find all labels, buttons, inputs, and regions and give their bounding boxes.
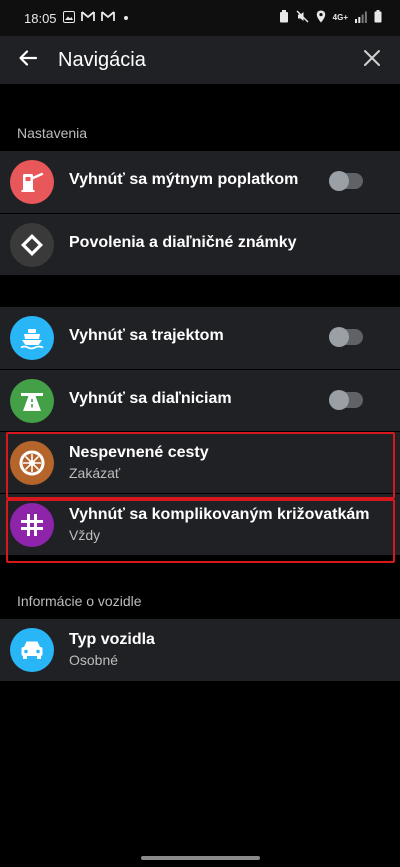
unpaved-roads-label: Nespevnené cesty — [69, 444, 209, 461]
row-permits-vignettes[interactable]: Povolenia a diaľničné známky — [0, 213, 400, 275]
more-notifications-dot-icon — [123, 16, 128, 20]
avoid-ferries-toggle[interactable] — [329, 327, 363, 347]
signal-icon — [355, 11, 367, 26]
status-time: 18:05 — [24, 10, 57, 26]
avoid-complex-junctions-value: Vždy — [69, 527, 101, 543]
app-bar: Navigácia — [0, 36, 400, 84]
location-icon — [316, 10, 326, 26]
car-icon — [10, 628, 54, 672]
image-notification-icon — [62, 10, 75, 26]
row-avoid-complex-junctions[interactable]: Vyhnúť sa komplikovaným križovatkám Vždy — [0, 493, 400, 555]
row-avoid-tolls[interactable]: Vyhnúť sa mýtnym poplatkom — [0, 151, 400, 213]
avoid-complex-junctions-label: Vyhnúť sa komplikovaným križovatkám — [69, 506, 370, 523]
junction-icon — [10, 503, 54, 547]
row-avoid-ferries[interactable]: Vyhnúť sa trajektom — [0, 307, 400, 369]
section-header-vehicle: Informácie o vozidle — [17, 593, 142, 609]
vehicle-type-value: Osobné — [69, 652, 119, 668]
close-icon — [363, 49, 381, 72]
row-unpaved-roads[interactable]: Nespevnené cesty Zakázať — [0, 431, 400, 493]
avoid-highways-label: Vyhnúť sa diaľniciam — [69, 390, 232, 407]
battery-saver-icon — [279, 10, 289, 26]
row-avoid-highways[interactable]: Vyhnúť sa diaľniciam — [0, 369, 400, 431]
toll-icon — [10, 160, 54, 204]
vehicle-type-label: Typ vozidla — [69, 631, 155, 648]
unpaved-roads-value: Zakázať — [69, 465, 121, 481]
section-header-settings: Nastavenia — [17, 125, 88, 141]
avoid-highways-toggle[interactable] — [329, 390, 363, 410]
settings-group-2: Vyhnúť sa trajektom Vyhnúť sa diaľniciam — [0, 307, 400, 555]
status-bar: 18:05 4G+ — [0, 0, 400, 36]
ferry-icon — [10, 316, 54, 360]
diamond-sign-icon — [10, 223, 54, 267]
battery-icon — [374, 10, 382, 26]
settings-group-1: Vyhnúť sa mýtnym poplatkom Povolenia a d… — [0, 151, 400, 275]
permits-vignettes-label: Povolenia a diaľničné známky — [69, 234, 297, 251]
avoid-tolls-label: Vyhnúť sa mýtnym poplatkom — [69, 171, 299, 188]
arrow-back-icon — [18, 48, 38, 73]
gmail-icon — [80, 11, 95, 25]
close-button[interactable] — [344, 36, 400, 84]
back-button[interactable] — [0, 36, 56, 84]
page-title: Navigácia — [58, 48, 146, 71]
mute-icon — [296, 10, 309, 26]
wheel-icon — [10, 441, 54, 485]
highway-icon — [10, 379, 54, 423]
vehicle-group: Typ vozidla Osobné — [0, 619, 400, 681]
gmail-icon-2 — [100, 11, 115, 25]
avoid-ferries-label: Vyhnúť sa trajektom — [69, 327, 224, 344]
row-vehicle-type[interactable]: Typ vozidla Osobné — [0, 619, 400, 681]
avoid-tolls-toggle[interactable] — [329, 171, 363, 191]
network-type-label: 4G+ — [332, 13, 348, 22]
home-indicator[interactable] — [141, 856, 260, 860]
